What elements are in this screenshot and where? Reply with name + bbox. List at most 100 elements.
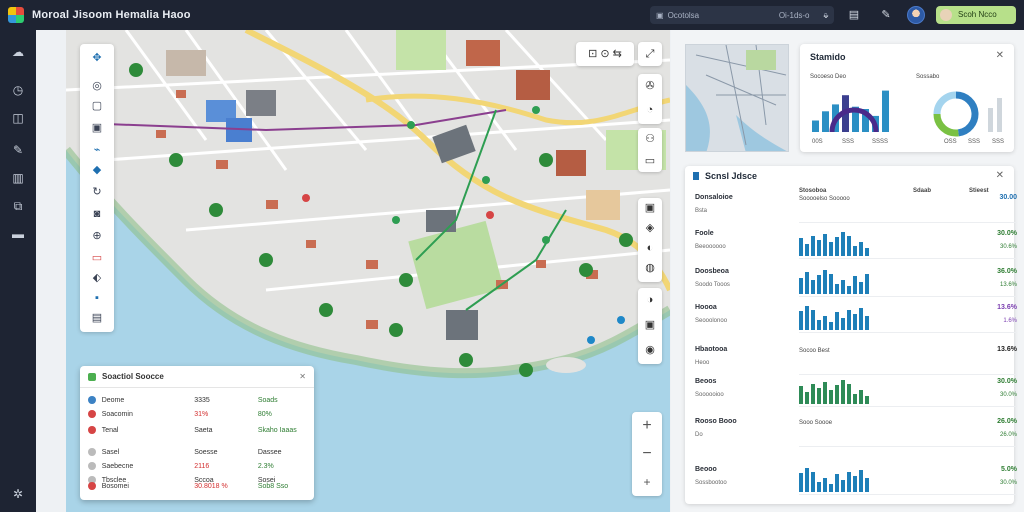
minimap[interactable] bbox=[685, 44, 789, 152]
divider bbox=[799, 258, 1017, 259]
avatar[interactable] bbox=[907, 6, 925, 24]
mini-bar bbox=[859, 282, 863, 294]
search-right-text: Oi-1ds-o bbox=[778, 10, 810, 20]
row-value-2: 2.3% bbox=[257, 462, 274, 470]
mini-bar bbox=[829, 242, 833, 256]
mini-bar bbox=[799, 278, 803, 294]
alert-icon[interactable]: ▭ bbox=[89, 250, 105, 266]
camera-icon[interactable]: ◙ bbox=[89, 206, 105, 222]
row-value-2: Dassee bbox=[257, 448, 282, 456]
info-icon[interactable]: ▪ bbox=[89, 290, 105, 306]
list-item-sub: Bsta bbox=[695, 208, 708, 214]
list-item[interactable]: Hbaotooa Heoo Socoo Best 13.6% bbox=[695, 346, 1017, 376]
mini-bar bbox=[859, 242, 863, 256]
list-item-subvalue: 30.0% bbox=[999, 392, 1017, 398]
row-status-icon bbox=[88, 396, 96, 404]
table-row[interactable]: Sasel Soesse Dassee bbox=[88, 446, 306, 458]
edit-icon[interactable]: ✎ bbox=[10, 142, 26, 158]
search-input[interactable]: ▣ Ocotolsa Oi-1ds-o ⌕ bbox=[650, 6, 834, 24]
row-value-1: Saeta bbox=[194, 426, 213, 434]
top-bar: Moroal Jisoom Hemalia Haoo bbox=[0, 0, 1024, 30]
list-item[interactable]: Foole Beeoooooo 30.0% 30.6% bbox=[695, 230, 1017, 260]
mini-bar bbox=[847, 236, 851, 256]
list-item-sub: Heoo bbox=[695, 360, 710, 366]
mini-bar bbox=[853, 476, 857, 492]
table-row[interactable]: Deome 3335 Soads bbox=[88, 394, 306, 406]
mini-bar bbox=[811, 236, 815, 256]
close-icon[interactable]: ✕ bbox=[299, 372, 306, 381]
map-view-controls[interactable]: ⊡ ⊙ ⇆ bbox=[576, 42, 634, 66]
divider bbox=[799, 296, 1017, 297]
fullscreen-icon[interactable]: ⤢ bbox=[638, 42, 662, 66]
table-row[interactable]: Bosomei 30.8018 % Sob8 Sso bbox=[88, 480, 306, 492]
zoom-reset-button[interactable]: + bbox=[632, 468, 662, 496]
list-item-name: Rooso Booo bbox=[695, 418, 737, 425]
zoom-in-button[interactable]: + bbox=[632, 412, 662, 440]
list-item-name: Beooo bbox=[695, 466, 717, 473]
list-item-subvalue: 13.6% bbox=[999, 282, 1017, 288]
donut-slice bbox=[955, 91, 979, 137]
list-item[interactable]: Doosbeoa Soodo Tooos 36.0% 13.6% bbox=[695, 268, 1017, 298]
refresh-icon[interactable]: ↻ bbox=[89, 184, 105, 200]
layer-tools[interactable]: ⚇ ▭ bbox=[638, 128, 662, 172]
list-item-name: Donsaloioe bbox=[695, 194, 733, 201]
layer-icon[interactable]: ◆ bbox=[89, 162, 105, 178]
share-icon[interactable]: ⧉ bbox=[10, 198, 26, 214]
mini-bar bbox=[805, 468, 809, 492]
draw-tools[interactable]: ▣ ◈ ◐ ◍ bbox=[638, 198, 662, 282]
user-button[interactable]: Scoh Ncco bbox=[936, 6, 1016, 24]
list-item-name: Hoooa bbox=[695, 304, 717, 311]
table-row[interactable]: Soacomin 31% 80% bbox=[88, 408, 306, 420]
list-item-value: 36.0% bbox=[997, 268, 1017, 275]
mini-bar bbox=[835, 474, 839, 492]
globe-icon[interactable]: ⊕ bbox=[89, 228, 105, 244]
collapse-icon[interactable]: ⌄ bbox=[818, 7, 834, 23]
drag-icon[interactable]: ✥ bbox=[89, 50, 105, 66]
row-label: Soacomin bbox=[101, 410, 133, 418]
mini-bar bbox=[817, 275, 821, 294]
mini-bar bbox=[847, 310, 851, 330]
mini-bar bbox=[847, 286, 851, 294]
list-item-bar-label: Socoo Best bbox=[799, 348, 830, 354]
clock-icon[interactable]: ◷ bbox=[10, 82, 26, 98]
notes-icon[interactable]: ▤ bbox=[89, 310, 105, 326]
mini-bar bbox=[841, 380, 845, 404]
zoom-out-button[interactable]: − bbox=[632, 440, 662, 468]
inbox-icon[interactable]: ▬ bbox=[10, 226, 26, 242]
layers-icon[interactable]: ◫ bbox=[10, 110, 26, 126]
list-item[interactable]: Hoooa Seooolonoo 13.6% 1.6% bbox=[695, 304, 1017, 334]
mini-bar bbox=[805, 272, 809, 294]
measure-tools[interactable]: ◑ ▣ ◉ bbox=[638, 288, 662, 364]
pin-icon[interactable]: ✎ bbox=[878, 7, 894, 23]
list-item[interactable]: Donsaloioe Bsta Sooooelso Sooooo 30.00 bbox=[695, 194, 1017, 224]
row-status-icon bbox=[88, 448, 96, 456]
list-item[interactable]: Rooso Booo Do Sooo Soooe 26.0% 26.0% bbox=[695, 418, 1017, 448]
route-tools[interactable]: ✇ ◔ bbox=[638, 74, 662, 124]
cloud-icon[interactable]: ☁ bbox=[10, 44, 26, 60]
close-icon[interactable]: ✕ bbox=[996, 170, 1004, 181]
row-label: Sasel bbox=[101, 448, 120, 456]
list-item[interactable]: Beoos Soooooioo 30.0% 30.0% bbox=[695, 378, 1017, 408]
document-icon[interactable]: ▤ bbox=[846, 7, 862, 23]
stats-bar bbox=[822, 111, 829, 132]
route-icon[interactable]: ⌁ bbox=[89, 142, 105, 158]
row-value-1: 3335 bbox=[194, 396, 210, 404]
row-value-2: Soads bbox=[257, 396, 278, 404]
tag-icon[interactable]: ⬖ bbox=[89, 270, 105, 286]
frame-icon[interactable]: ▣ bbox=[89, 120, 105, 136]
list-item-sub: Sossbootoo bbox=[695, 480, 727, 486]
mini-bar bbox=[811, 384, 815, 404]
row-status-icon bbox=[88, 462, 96, 470]
compass-icon[interactable]: ◎ bbox=[89, 78, 105, 94]
mini-bar bbox=[841, 280, 845, 294]
list-item[interactable]: Beooo Sossbootoo 5.0% 30.0% bbox=[695, 466, 1017, 496]
mini-bar bbox=[829, 274, 833, 294]
mini-bar bbox=[853, 394, 857, 404]
book-icon[interactable]: ▥ bbox=[10, 170, 26, 186]
table-row[interactable]: Tenal Saeta Skaho Iaaas bbox=[88, 424, 306, 436]
mini-bar bbox=[835, 284, 839, 294]
mini-bar bbox=[865, 248, 869, 256]
square-icon[interactable]: ▢ bbox=[89, 98, 105, 114]
table-row[interactable]: Saebecne 2116 2.3% bbox=[88, 460, 306, 472]
settings-icon[interactable]: ✲ bbox=[10, 486, 26, 502]
